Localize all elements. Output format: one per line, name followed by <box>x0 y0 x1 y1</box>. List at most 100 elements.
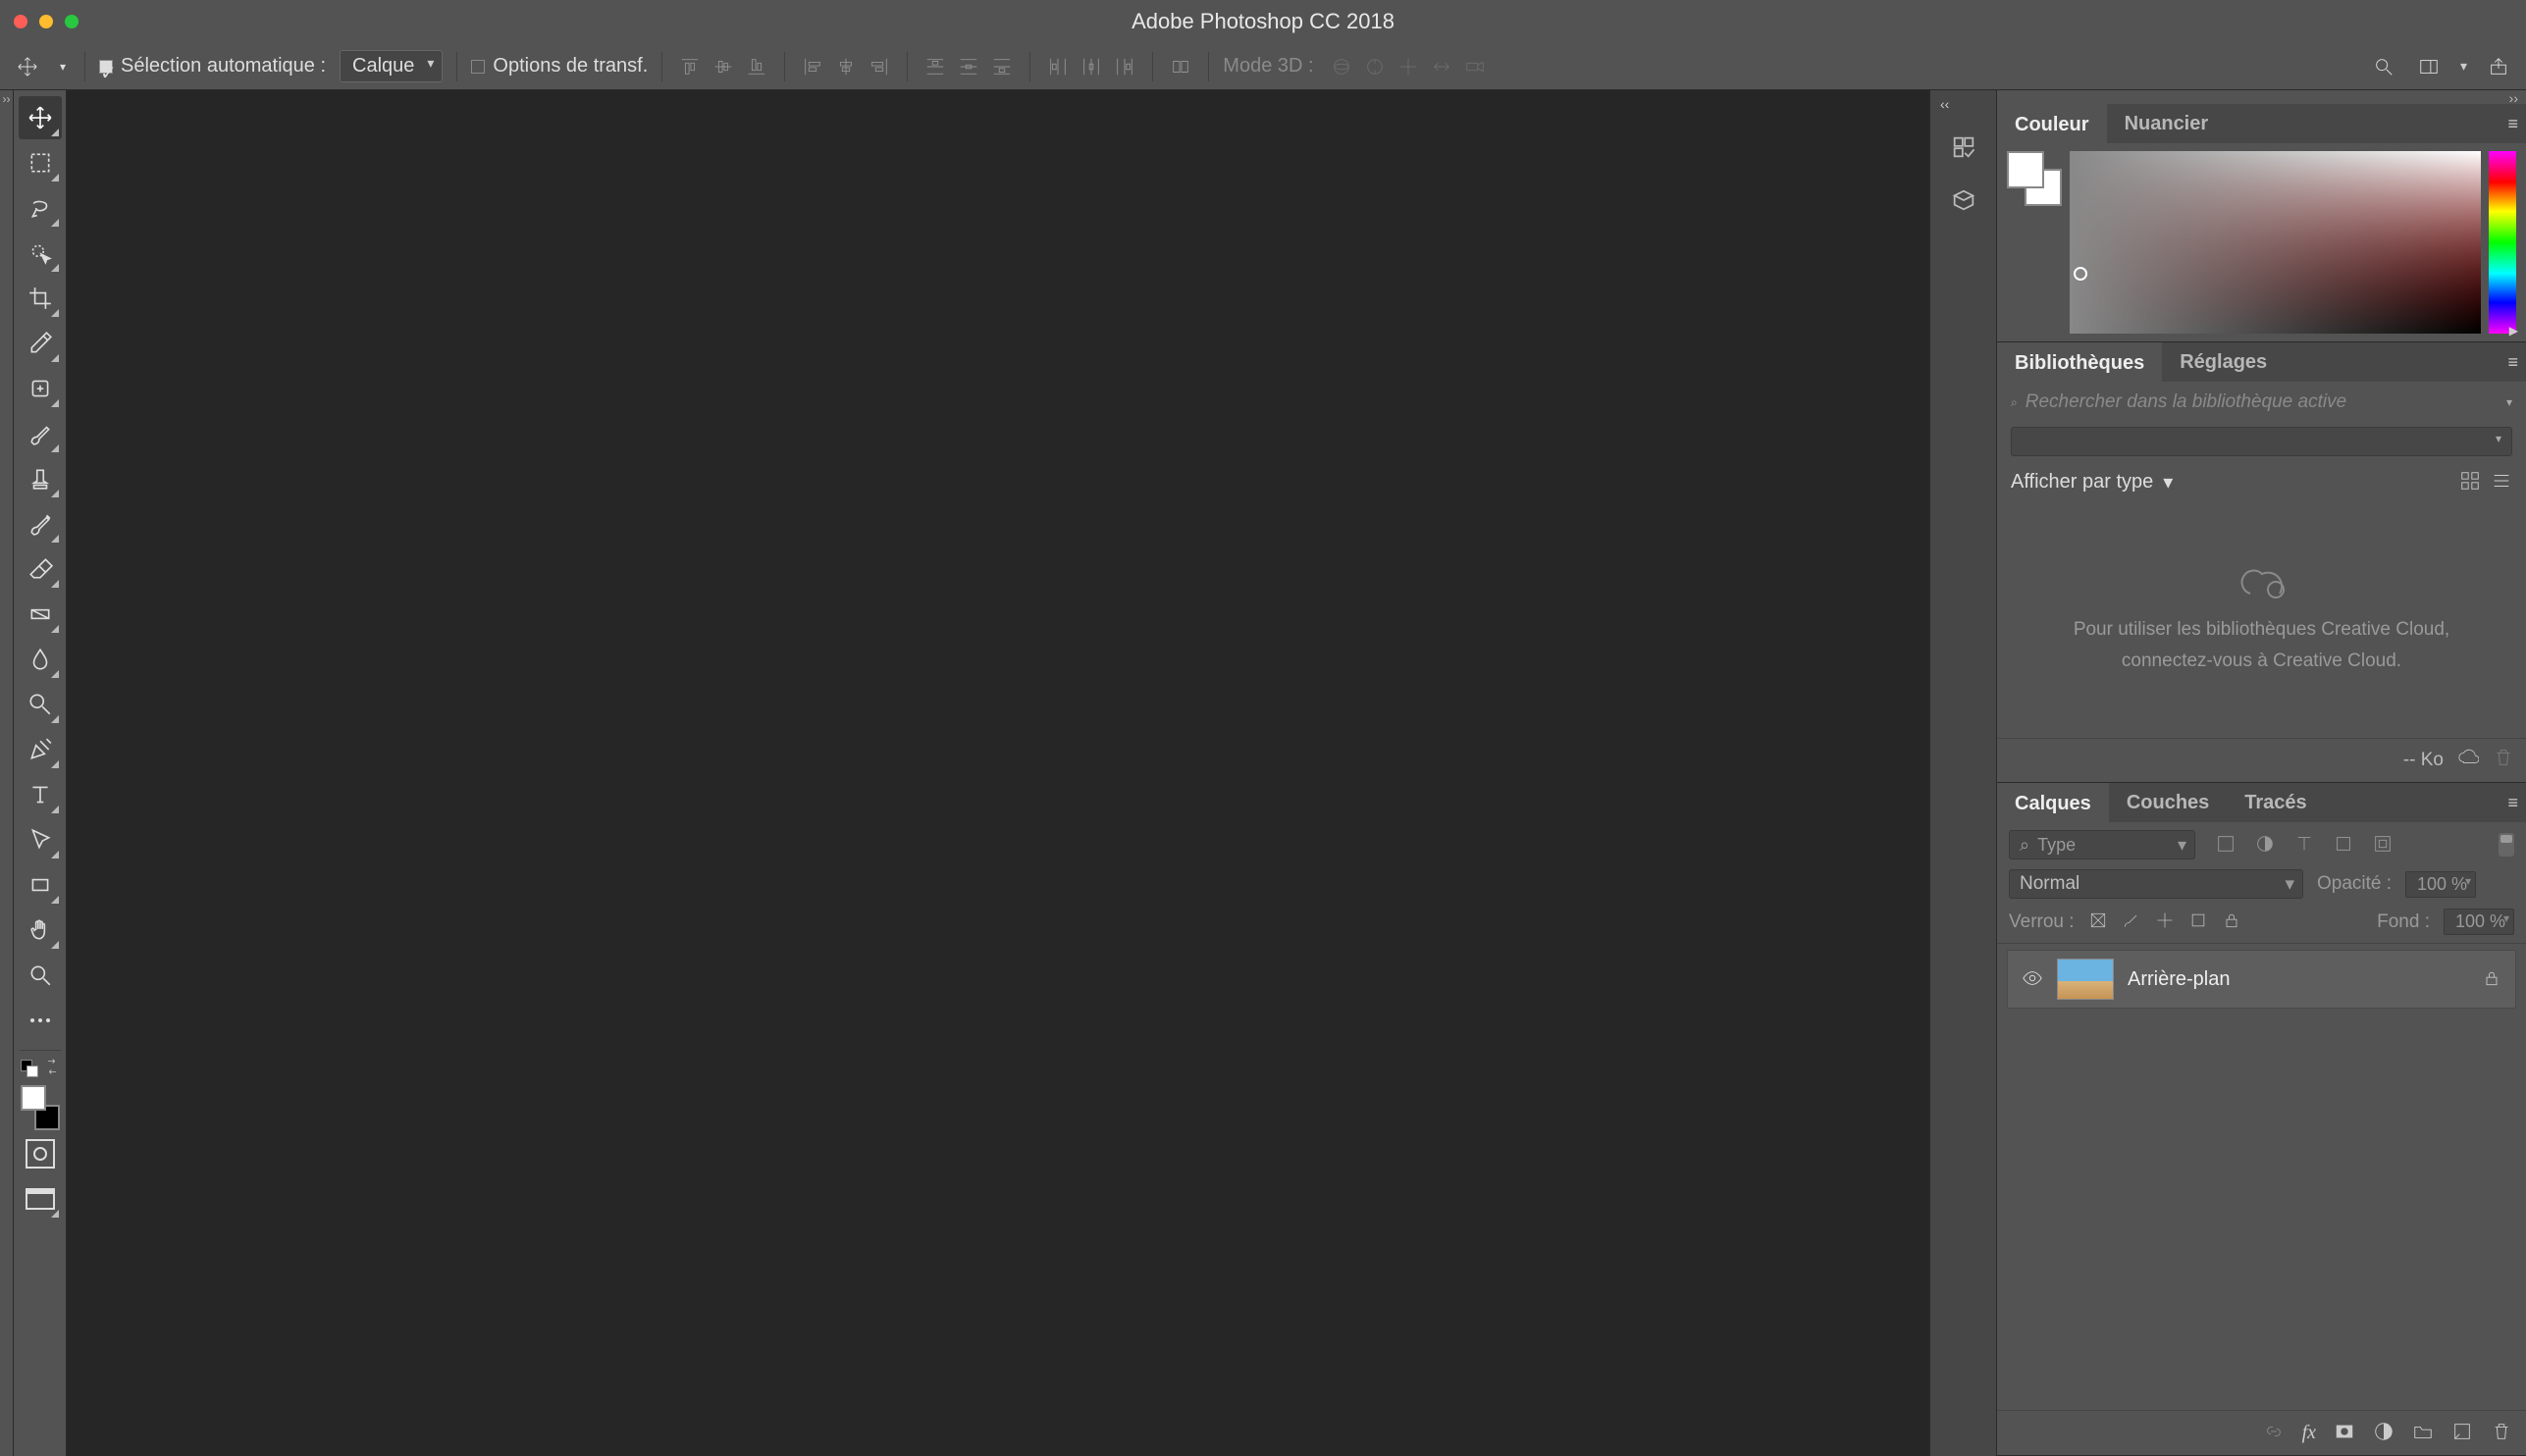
cloud-sync-icon[interactable] <box>2457 747 2479 774</box>
layer-filter-type-select[interactable]: Type <box>2009 830 2195 859</box>
library-search-input[interactable] <box>2026 391 2499 413</box>
filter-adjust-icon[interactable] <box>2254 833 2276 858</box>
lock-artboard-icon[interactable] <box>2188 910 2208 933</box>
chevron-down-icon[interactable]: ▾ <box>2506 395 2512 409</box>
lock-image-icon[interactable] <box>2122 910 2141 933</box>
opacity-input[interactable]: 100 % <box>2405 871 2476 898</box>
quick-mask-button[interactable] <box>19 1132 62 1175</box>
layer-thumbnail[interactable] <box>2057 959 2114 1000</box>
crop-tool[interactable] <box>19 277 62 320</box>
distribute-vcenter-icon[interactable] <box>955 53 982 80</box>
hue-slider[interactable] <box>2489 151 2516 334</box>
align-hcenter-icon[interactable] <box>832 53 860 80</box>
dockstrip-left[interactable]: ›› <box>0 90 14 1456</box>
brush-tool[interactable] <box>19 412 62 455</box>
align-vcenter-icon[interactable] <box>710 53 737 80</box>
panel-menu-icon[interactable]: ≡ <box>2507 352 2518 373</box>
panel-menu-icon[interactable]: ≡ <box>2507 114 2518 134</box>
layer-row[interactable]: Arrière-plan <box>2007 950 2516 1009</box>
tool-preset-dropdown-icon[interactable]: ▾ <box>55 53 71 80</box>
filter-type-icon[interactable] <box>2293 833 2315 858</box>
hand-tool[interactable] <box>19 909 62 952</box>
workspace-switcher-icon[interactable] <box>2415 53 2443 80</box>
fill-input[interactable]: 100 % <box>2444 909 2514 935</box>
new-layer-icon[interactable] <box>2451 1421 2473 1445</box>
foreground-color-swatch[interactable] <box>2007 151 2044 188</box>
rectangle-shape-tool[interactable] <box>19 863 62 907</box>
foreground-background-swatch[interactable] <box>21 1085 60 1130</box>
eyedropper-tool[interactable] <box>19 322 62 365</box>
auto-select-target-select[interactable]: Calque <box>340 50 443 82</box>
library-select[interactable] <box>2011 427 2512 456</box>
color-picker-field[interactable] <box>2070 151 2481 334</box>
zoom-tool[interactable] <box>19 954 62 997</box>
lock-transparent-icon[interactable] <box>2088 910 2108 933</box>
3d-slide-icon[interactable] <box>1428 53 1455 80</box>
chevron-down-icon[interactable]: ▾ <box>2460 58 2467 75</box>
healing-brush-tool[interactable] <box>19 367 62 410</box>
filter-smart-icon[interactable] <box>2372 833 2394 858</box>
grid-view-icon[interactable] <box>2459 470 2481 494</box>
marquee-tool[interactable] <box>19 141 62 184</box>
adjustment-layer-icon[interactable] <box>2373 1421 2394 1445</box>
lock-position-icon[interactable] <box>2155 910 2175 933</box>
foreground-color[interactable] <box>21 1085 46 1111</box>
default-colors-icon[interactable] <box>21 1060 38 1077</box>
pen-tool[interactable] <box>19 728 62 771</box>
align-left-icon[interactable] <box>799 53 826 80</box>
auto-select-checkbox[interactable]: ✓ Sélection automatique : <box>99 55 326 78</box>
library-filter-dropdown[interactable]: Afficher par type ▾ <box>2011 470 2173 494</box>
blur-tool[interactable] <box>19 638 62 681</box>
collapse-panels-icon[interactable]: ‹‹ <box>1930 96 1949 112</box>
distribute-left-icon[interactable] <box>1044 53 1072 80</box>
eraser-tool[interactable] <box>19 547 62 591</box>
lock-all-icon[interactable] <box>2222 910 2241 933</box>
tab-adjustments[interactable]: Réglages <box>2162 342 2285 382</box>
align-right-icon[interactable] <box>866 53 893 80</box>
filter-shape-icon[interactable] <box>2333 833 2354 858</box>
color-fg-bg-swatch[interactable] <box>2007 151 2062 206</box>
delete-layer-icon[interactable] <box>2491 1421 2512 1445</box>
screen-mode-button[interactable] <box>19 1177 62 1221</box>
properties-panel-icon[interactable] <box>1946 182 1981 218</box>
tab-color[interactable]: Couleur <box>1997 104 2107 143</box>
filter-toggle[interactable] <box>2499 833 2514 857</box>
tab-swatches[interactable]: Nuancier <box>2107 104 2227 143</box>
edit-toolbar-button[interactable] <box>19 999 62 1042</box>
3d-pan-icon[interactable] <box>1395 53 1422 80</box>
path-select-tool[interactable] <box>19 818 62 861</box>
panel-menu-icon[interactable]: ≡ <box>2507 793 2518 813</box>
tab-channels[interactable]: Couches <box>2109 783 2227 822</box>
filter-pixel-icon[interactable] <box>2215 833 2237 858</box>
collapse-all-icon[interactable]: ›› <box>1997 90 2526 104</box>
blend-mode-select[interactable]: Normal <box>2009 869 2303 899</box>
align-top-icon[interactable] <box>676 53 704 80</box>
dodge-tool[interactable] <box>19 683 62 726</box>
type-tool[interactable] <box>19 773 62 816</box>
maximize-window-icon[interactable] <box>65 15 79 28</box>
distribute-right-icon[interactable] <box>1111 53 1138 80</box>
lock-icon[interactable] <box>2482 968 2501 991</box>
visibility-toggle-icon[interactable] <box>2022 967 2043 992</box>
layer-group-icon[interactable] <box>2412 1421 2434 1445</box>
gradient-tool[interactable] <box>19 593 62 636</box>
3d-camera-icon[interactable] <box>1461 53 1489 80</box>
auto-align-icon[interactable] <box>1167 53 1194 80</box>
lasso-tool[interactable] <box>19 186 62 230</box>
share-icon[interactable] <box>2485 53 2512 80</box>
history-brush-tool[interactable] <box>19 502 62 546</box>
3d-orbit-icon[interactable] <box>1328 53 1355 80</box>
canvas-area[interactable] <box>67 90 1929 1456</box>
transform-controls-checkbox[interactable]: Options de transf. <box>471 55 648 78</box>
search-icon[interactable] <box>2370 53 2397 80</box>
minimize-window-icon[interactable] <box>39 15 53 28</box>
tab-paths[interactable]: Tracés <box>2227 783 2324 822</box>
list-view-icon[interactable] <box>2491 470 2512 494</box>
move-tool[interactable] <box>19 96 62 139</box>
distribute-hcenter-icon[interactable] <box>1078 53 1105 80</box>
trash-icon[interactable] <box>2493 747 2514 774</box>
quick-select-tool[interactable] <box>19 232 62 275</box>
swap-colors-icon[interactable] <box>44 1059 60 1077</box>
close-window-icon[interactable] <box>14 15 27 28</box>
layer-name[interactable]: Arrière-plan <box>2128 968 2230 991</box>
